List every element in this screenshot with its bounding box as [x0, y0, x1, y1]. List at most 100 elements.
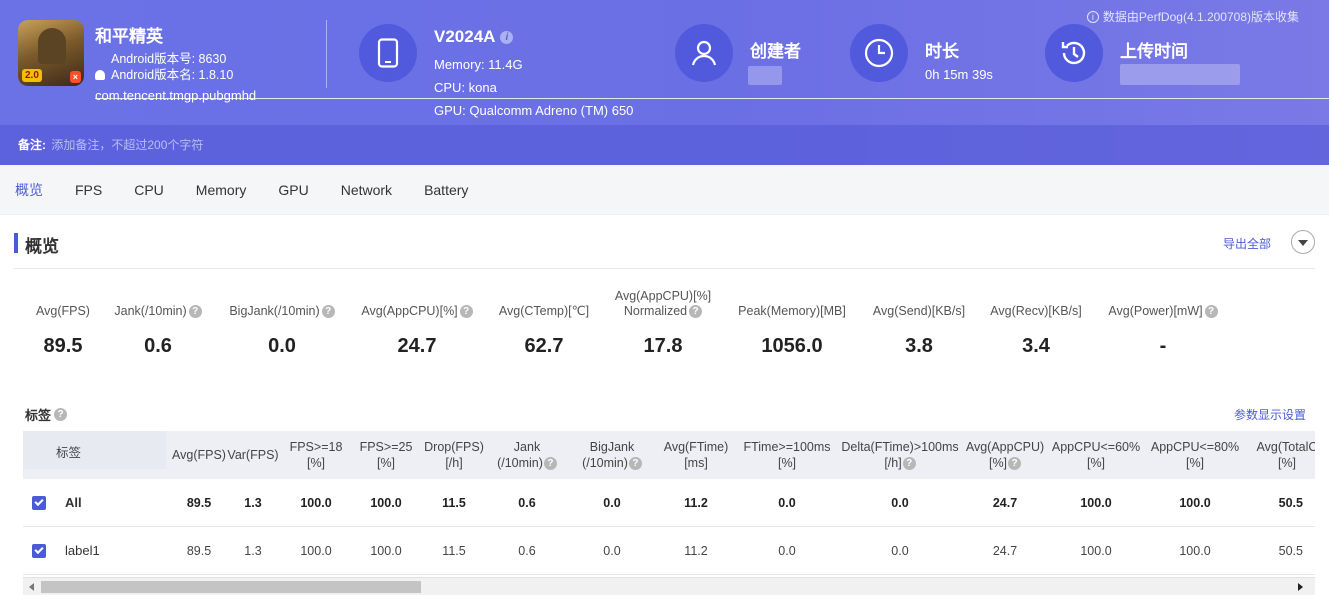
column-header[interactable]: Avg(TotalC [%]: [1247, 431, 1315, 479]
tab-battery[interactable]: Battery: [408, 165, 484, 215]
phone-icon: [359, 24, 417, 82]
table-cell: 0.0: [778, 544, 796, 558]
report-header: i 数据由PerfDog(4.1.200708)版本收集 2.0 × 和平精英 …: [0, 0, 1329, 165]
horizontal-scrollbar[interactable]: [23, 577, 1315, 595]
row-checkbox[interactable]: [32, 543, 46, 558]
device-info-icon[interactable]: i: [500, 30, 514, 44]
table-cell: 0.0: [603, 544, 621, 558]
table-cell: 11.2: [684, 496, 708, 510]
table-cell: 100.0: [300, 544, 332, 558]
help-icon[interactable]: ?: [689, 305, 703, 318]
metric-label: Jank(/10min): [114, 304, 187, 318]
metric-value: 0.6: [144, 335, 172, 357]
tab-gpu[interactable]: GPU: [262, 165, 324, 215]
table-cell: 11.5: [442, 496, 466, 510]
table-cell: 100.0: [1179, 544, 1211, 558]
app-meta: Android版本名: 1.8.10 Android版本号: 8630: [95, 51, 1329, 99]
duration-value: 0h 15m 39s: [925, 67, 993, 82]
row-label: label1: [65, 543, 100, 558]
export-all-link[interactable]: 导出全部: [1223, 235, 1271, 252]
section-divider: [14, 268, 1315, 269]
device-gpu: GPU: Qualcomm Adreno (TM) 650: [434, 103, 634, 118]
metric-value: -: [1159, 335, 1167, 357]
column-header[interactable]: Var(FPS): [226, 431, 280, 479]
column-header[interactable]: FPS>=18 [%]: [283, 431, 349, 479]
table-cell: 1.3: [244, 544, 262, 558]
column-header[interactable]: Delta(FTime)>100ms [/h]?: [839, 431, 961, 479]
scroll-left-icon[interactable]: [29, 583, 34, 591]
table-cell: 50.5: [1278, 544, 1303, 558]
table-cell: 100.0: [1080, 544, 1112, 558]
table-cell: 0.0: [778, 496, 796, 510]
note-input[interactable]: 添加备注，不超过200个字符: [51, 138, 203, 152]
tab-fps[interactable]: FPS: [59, 165, 118, 215]
device-name: V2024A i: [434, 27, 514, 47]
column-header[interactable]: FTime>=100ms [%]: [738, 431, 836, 479]
header-divider: [326, 20, 327, 88]
param-display-settings-link[interactable]: 参数显示设置: [1234, 406, 1306, 423]
row-checkbox[interactable]: [32, 495, 46, 510]
table-cell: 89.5: [186, 496, 212, 510]
table-row: label1 89.5 1.3 100.0 100.0 11.5 0.6 0.0…: [23, 527, 1315, 575]
column-header[interactable]: BigJank (/10min)?: [574, 431, 650, 479]
labels-title: 标签 ?: [25, 405, 68, 424]
note-bar[interactable]: 备注: 添加备注，不超过200个字符: [0, 125, 1329, 165]
metric-value: 1056.0: [761, 335, 823, 357]
metric-avg-fps: Avg(FPS) 89.5: [28, 304, 98, 358]
app-icon-badge: 2.0: [22, 69, 42, 82]
table-cell: 0.6: [518, 544, 536, 558]
column-header[interactable]: Avg(FTime) [ms]: [659, 431, 733, 479]
metric-avg-ctemp: Avg(CTemp)[℃] 62.7: [490, 304, 598, 358]
column-header[interactable]: Drop(FPS) [/h]: [421, 431, 487, 479]
clock-icon: [850, 24, 908, 82]
column-header[interactable]: Avg(AppCPU) [%]?: [963, 431, 1047, 479]
table-cell: 24.7: [992, 496, 1018, 510]
table-cell: 100.0: [370, 544, 402, 558]
history-icon: [1045, 24, 1103, 82]
table-cell: 0.0: [891, 496, 909, 510]
column-header[interactable]: FPS>=25 [%]: [352, 431, 420, 479]
metric-label: Avg(FPS): [36, 304, 90, 318]
table-cell: 100.0: [300, 496, 332, 510]
table-cell: 100.0: [1179, 496, 1211, 510]
tab-overview[interactable]: 概览: [0, 165, 59, 215]
help-icon[interactable]: ?: [1204, 305, 1218, 318]
help-icon[interactable]: ?: [902, 456, 916, 470]
tab-memory[interactable]: Memory: [180, 165, 263, 215]
tab-network[interactable]: Network: [325, 165, 408, 215]
user-icon: [675, 24, 733, 82]
metric-avg-appcpu: Avg(AppCPU)[%]? 24.7: [352, 304, 482, 358]
app-icon-badge-secondary: ×: [69, 71, 81, 83]
column-header[interactable]: Jank (/10min)?: [490, 431, 564, 479]
table-cell: 50.5: [1278, 496, 1303, 510]
table-cell: 100.0: [370, 496, 402, 510]
upload-time-redacted: [1120, 64, 1240, 85]
help-icon[interactable]: ?: [188, 305, 202, 318]
metric-avg-send: Avg(Send)[KB/s] 3.8: [864, 304, 974, 358]
column-header[interactable]: Avg(FPS): [166, 431, 232, 479]
tab-bar: 概览 FPS CPU Memory GPU Network Battery: [0, 165, 1329, 215]
table-cell: 11.2: [684, 544, 708, 558]
column-header[interactable]: AppCPU<=80% [%]: [1147, 431, 1243, 479]
android-icon: [95, 69, 105, 80]
help-icon[interactable]: ?: [628, 456, 642, 470]
help-icon[interactable]: ?: [321, 305, 335, 318]
scrollbar-thumb[interactable]: [41, 581, 421, 593]
row-label-cell: label1: [23, 527, 166, 575]
help-icon[interactable]: ?: [543, 456, 557, 470]
duration-title: 时长: [925, 42, 959, 61]
table-header: 标签 Avg(FPS) Var(FPS) FPS>=18 [%] FPS>=25[…: [23, 431, 1315, 479]
tab-cpu[interactable]: CPU: [118, 165, 180, 215]
column-header[interactable]: AppCPU<=60% [%]: [1049, 431, 1143, 479]
creator-title: 创建者: [750, 42, 801, 61]
help-icon[interactable]: ?: [54, 408, 68, 421]
collapse-toggle-button[interactable]: [1291, 230, 1315, 254]
table-cell: 0.0: [603, 496, 621, 510]
help-icon[interactable]: ?: [1008, 456, 1022, 470]
help-icon[interactable]: ?: [459, 305, 473, 318]
table-cell: 24.7: [992, 544, 1018, 558]
app-version-name: Android版本名: 1.8.10: [111, 67, 234, 82]
metric-label: Peak(Memory)[MB]: [738, 304, 846, 318]
metric-value: 62.7: [524, 335, 564, 357]
scroll-right-icon[interactable]: [1298, 583, 1303, 591]
